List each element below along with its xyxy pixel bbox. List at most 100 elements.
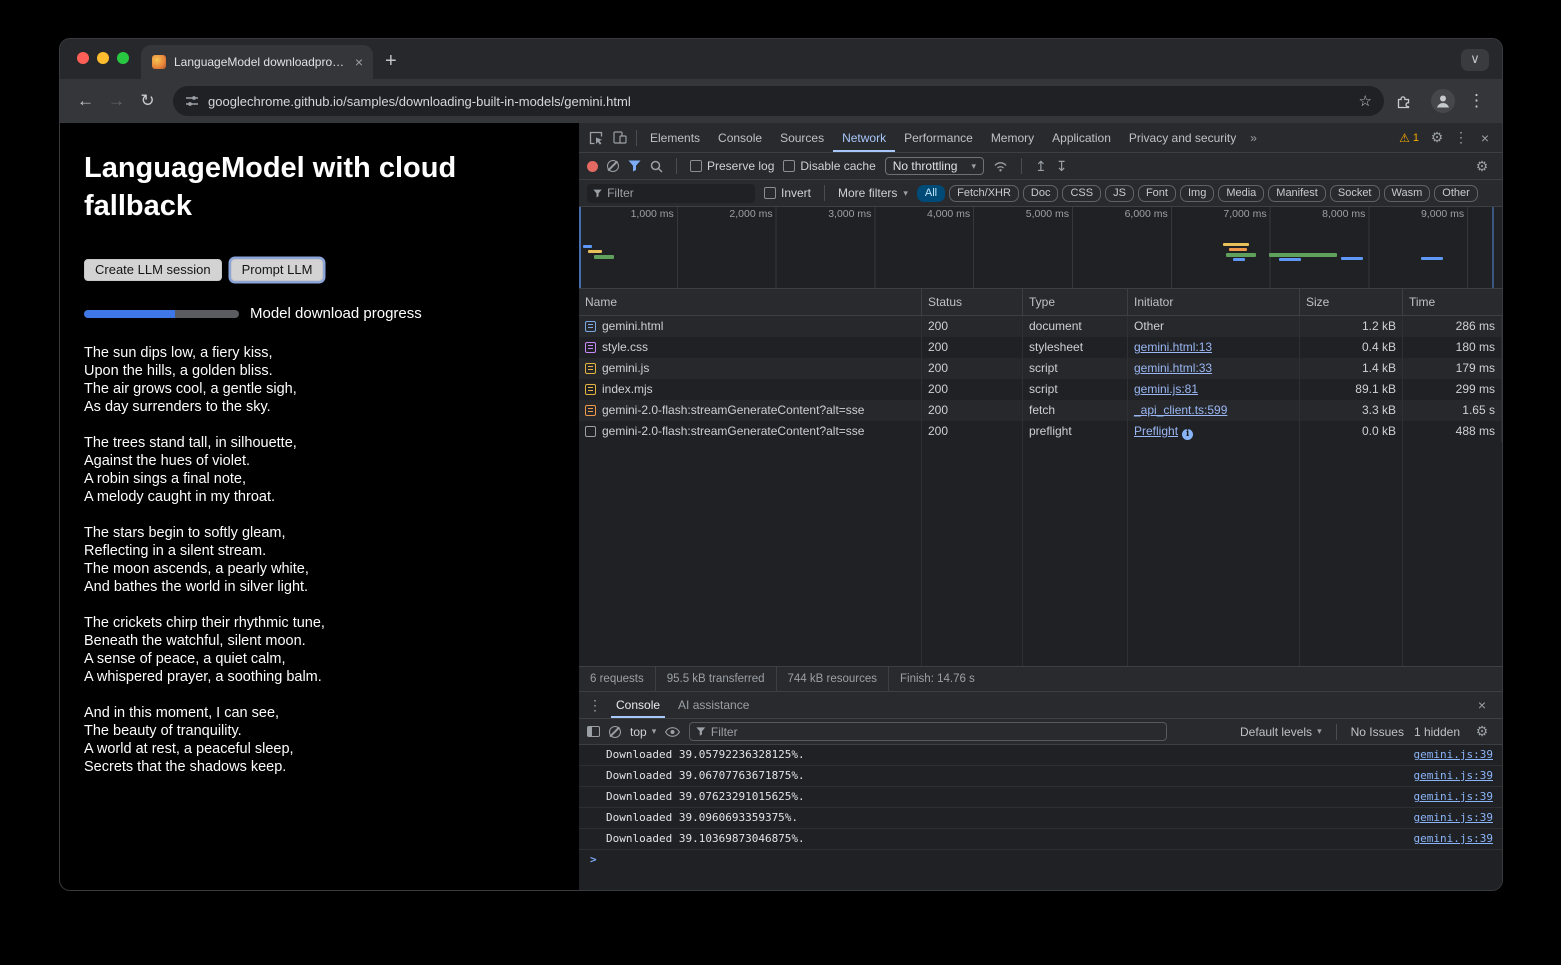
- issues-badge[interactable]: ⚠ 1: [1399, 131, 1419, 145]
- request-time: 286 ms: [1403, 316, 1502, 337]
- import-har-icon[interactable]: ↥: [1035, 159, 1047, 173]
- console-prompt[interactable]: >: [579, 850, 1502, 871]
- tab-sources[interactable]: Sources: [771, 124, 833, 152]
- site-settings-icon[interactable]: [185, 95, 199, 107]
- filter-chip-font[interactable]: Font: [1138, 185, 1176, 202]
- tab-search-button[interactable]: ∨: [1461, 49, 1489, 71]
- initiator-link[interactable]: gemini.js:81: [1134, 382, 1198, 396]
- tab-privacy-and-security[interactable]: Privacy and security: [1120, 124, 1245, 152]
- network-filter-input[interactable]: [607, 186, 749, 200]
- prompt-llm-button[interactable]: Prompt LLM: [231, 259, 324, 281]
- log-levels-select[interactable]: Default levels ▾: [1240, 725, 1322, 739]
- hidden-messages[interactable]: 1 hidden: [1414, 725, 1460, 739]
- record-icon[interactable]: [587, 161, 598, 172]
- console-settings-icon[interactable]: ⚙: [1470, 723, 1494, 740]
- drawer-menu-icon[interactable]: ⋮: [587, 697, 603, 714]
- message-source-link[interactable]: gemini.js:39: [1414, 745, 1493, 765]
- network-request-row[interactable]: gemini-2.0-flash:streamGenerateContent?a…: [579, 421, 1502, 442]
- network-settings-icon[interactable]: ⚙: [1470, 158, 1494, 175]
- column-header-size[interactable]: Size: [1300, 289, 1403, 315]
- column-header-type[interactable]: Type: [1023, 289, 1128, 315]
- filter-toggle-icon[interactable]: [628, 160, 641, 172]
- column-header-status[interactable]: Status: [922, 289, 1023, 315]
- filter-chip-js[interactable]: JS: [1105, 185, 1134, 202]
- profile-avatar[interactable]: [1431, 89, 1455, 113]
- console-filter-input[interactable]: [711, 725, 1160, 739]
- browser-menu-icon[interactable]: ⋮: [1463, 91, 1490, 111]
- filter-chip-wasm[interactable]: Wasm: [1384, 185, 1431, 202]
- devtools-settings-icon[interactable]: ⚙: [1425, 129, 1449, 146]
- message-source-link[interactable]: gemini.js:39: [1414, 766, 1493, 786]
- network-request-row[interactable]: gemini-2.0-flash:streamGenerateContent?a…: [579, 400, 1502, 421]
- filter-chip-socket[interactable]: Socket: [1330, 185, 1380, 202]
- more-filters-button[interactable]: More filters ▾: [838, 186, 908, 200]
- bookmark-star-icon[interactable]: ☆: [1359, 92, 1372, 110]
- invert-checkbox[interactable]: Invert: [764, 186, 811, 200]
- network-conditions-icon[interactable]: [993, 161, 1008, 172]
- clear-console-icon[interactable]: [609, 726, 621, 738]
- network-request-row[interactable]: style.css 200 stylesheet gemini.html:13 …: [579, 337, 1502, 358]
- column-header-initiator[interactable]: Initiator: [1128, 289, 1300, 315]
- drawer-tab-ai-assistance[interactable]: AI assistance: [673, 692, 754, 718]
- tab-elements[interactable]: Elements: [641, 124, 709, 152]
- reload-icon[interactable]: ↻: [134, 91, 161, 111]
- maximize-window-button[interactable]: [117, 52, 129, 64]
- preserve-log-checkbox[interactable]: Preserve log: [690, 159, 774, 173]
- create-llm-session-button[interactable]: Create LLM session: [84, 259, 222, 281]
- message-source-link[interactable]: gemini.js:39: [1414, 787, 1493, 807]
- initiator-link[interactable]: Preflight: [1134, 424, 1178, 438]
- tab-application[interactable]: Application: [1043, 124, 1120, 152]
- issues-status[interactable]: No Issues: [1351, 725, 1404, 739]
- search-icon[interactable]: [650, 160, 663, 173]
- disable-cache-checkbox[interactable]: Disable cache: [783, 159, 875, 173]
- devtools-menu-icon[interactable]: ⋮: [1449, 129, 1473, 146]
- new-tab-button[interactable]: +: [385, 51, 397, 71]
- eye-icon[interactable]: [665, 727, 680, 737]
- devtools-close-icon[interactable]: ×: [1473, 130, 1497, 146]
- tab-console[interactable]: Console: [709, 124, 771, 152]
- network-request-row[interactable]: gemini.html 200 document Other 1.2 kB 28…: [579, 316, 1502, 337]
- inspect-element-icon[interactable]: [584, 131, 608, 145]
- network-requests-table: Name Status Type Initiator Size Time gem…: [579, 289, 1502, 666]
- filter-chip-manifest[interactable]: Manifest: [1268, 185, 1326, 202]
- close-window-button[interactable]: [77, 52, 89, 64]
- drawer-close-icon[interactable]: ×: [1470, 697, 1494, 713]
- clear-icon[interactable]: [607, 160, 619, 172]
- throttling-select[interactable]: No throttling ▾: [885, 157, 984, 175]
- tab-close-icon[interactable]: ×: [353, 55, 365, 69]
- filter-chip-media[interactable]: Media: [1218, 185, 1264, 202]
- network-request-row[interactable]: index.mjs 200 script gemini.js:81 89.1 k…: [579, 379, 1502, 400]
- initiator-link[interactable]: gemini.html:13: [1134, 340, 1212, 354]
- filter-chip-img[interactable]: Img: [1180, 185, 1214, 202]
- browser-tab[interactable]: LanguageModel downloadpro… ×: [141, 45, 373, 79]
- initiator-link[interactable]: _api_client.ts:599: [1134, 403, 1227, 417]
- column-header-time[interactable]: Time: [1403, 289, 1502, 315]
- more-tabs-icon[interactable]: »: [1245, 131, 1262, 145]
- export-har-icon[interactable]: ↧: [1056, 159, 1068, 173]
- filter-chip-other[interactable]: Other: [1434, 185, 1478, 202]
- initiator-link[interactable]: gemini.html:33: [1134, 361, 1212, 375]
- console-sidebar-icon[interactable]: [587, 726, 600, 737]
- column-header-name[interactable]: Name: [579, 289, 922, 315]
- filter-chip-doc[interactable]: Doc: [1023, 185, 1059, 202]
- network-overview-timeline[interactable]: 1,000 ms 2,000 ms 3,000 ms 4,000 ms 5,00…: [579, 207, 1502, 289]
- omnibox[interactable]: googlechrome.github.io/samples/downloadi…: [173, 86, 1384, 116]
- minimize-window-button[interactable]: [97, 52, 109, 64]
- tab-memory[interactable]: Memory: [982, 124, 1043, 152]
- forward-icon[interactable]: →: [103, 91, 130, 111]
- extensions-icon[interactable]: [1396, 94, 1423, 109]
- context-selector[interactable]: top ▾: [630, 725, 656, 739]
- back-icon[interactable]: ←: [72, 91, 99, 111]
- filter-chip-css[interactable]: CSS: [1062, 185, 1101, 202]
- url-text[interactable]: googlechrome.github.io/samples/downloadi…: [208, 94, 1350, 109]
- message-source-link[interactable]: gemini.js:39: [1414, 808, 1493, 828]
- filter-chip-fetch-xhr[interactable]: Fetch/XHR: [949, 185, 1019, 202]
- message-source-link[interactable]: gemini.js:39: [1414, 829, 1493, 849]
- preflight-info-icon[interactable]: [1182, 429, 1193, 440]
- tab-performance[interactable]: Performance: [895, 124, 982, 152]
- device-toolbar-icon[interactable]: [608, 131, 632, 144]
- filter-chip-all[interactable]: All: [917, 185, 945, 202]
- tab-network[interactable]: Network: [833, 124, 895, 152]
- drawer-tab-console[interactable]: Console: [611, 692, 665, 718]
- network-request-row[interactable]: gemini.js 200 script gemini.html:33 1.4 …: [579, 358, 1502, 379]
